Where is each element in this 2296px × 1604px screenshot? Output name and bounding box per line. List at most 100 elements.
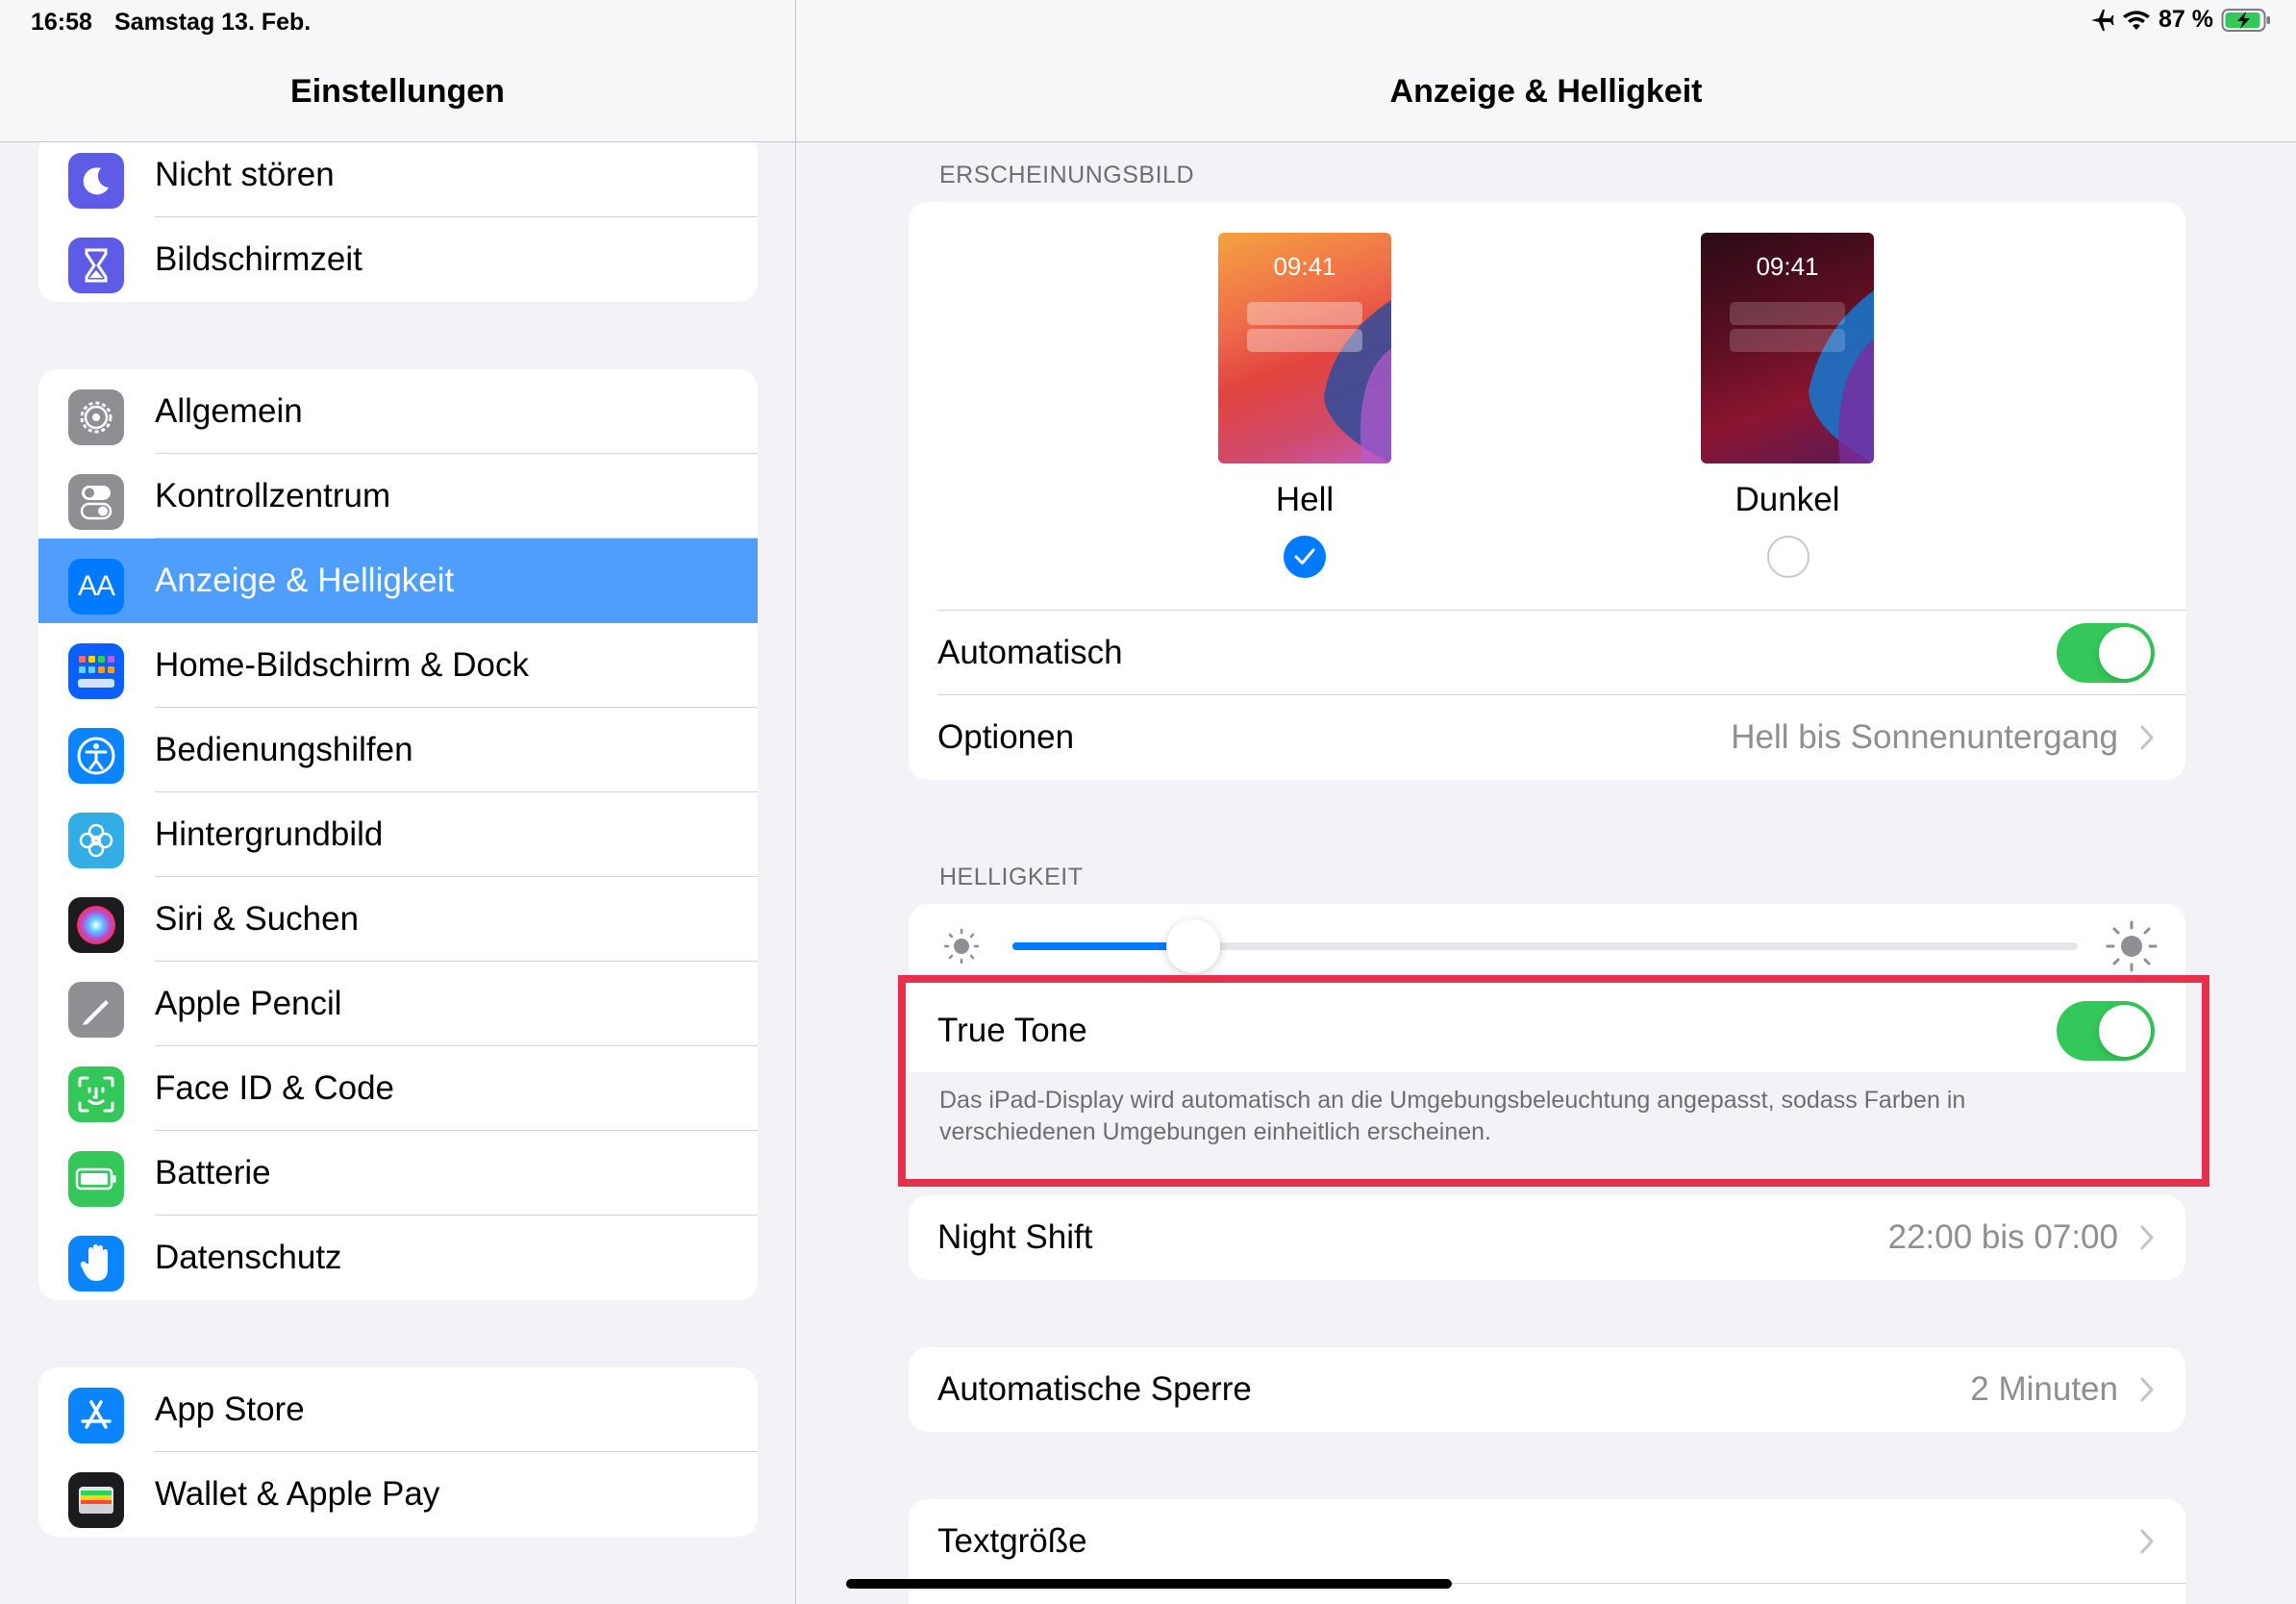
sidebar-item-hintergrundbild[interactable]: Hintergrundbild: [38, 792, 758, 877]
chevron-right-icon: [2139, 724, 2155, 756]
sidebar-item-apple-pencil[interactable]: Apple Pencil: [38, 962, 758, 1046]
home-indicator[interactable]: [846, 1579, 1452, 1589]
battery-icon: [68, 1151, 124, 1207]
sidebar-group-store: App Store Wallet & Apple Pay: [38, 1367, 758, 1537]
app-store-icon: [68, 1388, 124, 1443]
section-label-brightness: HELLIGKEIT: [939, 864, 1084, 890]
sun-large-icon: [2103, 917, 2160, 980]
sidebar-item-label: Bedienungshilfen: [155, 731, 413, 768]
sidebar-title: Einstellungen: [290, 73, 505, 110]
light-mode-label: Hell: [1275, 481, 1335, 518]
sidebar-item-batterie[interactable]: Batterie: [38, 1131, 758, 1216]
sidebar-item-home-bildschirm[interactable]: Home-Bildschirm & Dock: [38, 623, 758, 708]
options-label: Optionen: [937, 718, 1075, 756]
dark-preview-time: 09:41: [1756, 252, 1819, 281]
pencil-icon: [68, 982, 124, 1038]
face-id-icon: [68, 1066, 124, 1122]
text-size-label: Textgröße: [937, 1522, 1087, 1560]
moon-icon: [68, 153, 124, 209]
status-indicators: 87 %: [2089, 6, 2273, 34]
auto-lock-value: 2 Minuten: [1970, 1370, 2118, 1408]
dark-mode-preview[interactable]: 09:41: [1701, 233, 1874, 464]
sidebar-item-app-store[interactable]: App Store: [38, 1367, 758, 1452]
preview-notification-bar: [1247, 302, 1362, 325]
sidebar-item-label: Kontrollzentrum: [155, 477, 391, 514]
chevron-right-icon: [2139, 1528, 2155, 1560]
auto-lock-label: Automatische Sperre: [937, 1370, 1252, 1408]
preview-notification-bar: [1247, 329, 1362, 352]
sidebar-item-siri-suchen[interactable]: Siri & Suchen: [38, 877, 758, 962]
sidebar-item-datenschutz[interactable]: Datenschutz: [38, 1216, 758, 1300]
chevron-right-icon: [2139, 1376, 2155, 1408]
automatic-label: Automatisch: [937, 634, 1123, 671]
sidebar-item-label: Batterie: [155, 1154, 271, 1191]
sidebar-item-label: Allgemein: [155, 392, 303, 430]
sidebar-item-allgemein[interactable]: Allgemein: [38, 369, 758, 454]
sidebar-item-anzeige-helligkeit[interactable]: AA Anzeige & Helligkeit: [38, 539, 758, 623]
sidebar-group-focus: Nicht stören Bildschirmzeit: [38, 133, 758, 302]
sidebar-item-label: Bildschirmzeit: [155, 240, 362, 278]
sun-small-icon: [940, 925, 983, 972]
siri-icon: [68, 897, 124, 953]
light-mode-radio[interactable]: [1284, 536, 1326, 578]
auto-lock-card: Automatische Sperre 2 Minuten: [909, 1347, 2185, 1432]
preview-notification-bar: [1730, 302, 1845, 325]
hourglass-icon: [68, 238, 124, 293]
sidebar: Einstellungen Nicht stören Bildschirmzei…: [0, 0, 795, 1604]
battery-percent: 87 %: [2159, 6, 2213, 33]
options-value: Hell bis Sonnenuntergang: [1731, 718, 2118, 756]
sidebar-item-kontrollzentrum[interactable]: Kontrollzentrum: [38, 454, 758, 539]
sidebar-item-label: Siri & Suchen: [155, 900, 360, 938]
sidebar-item-bildschirmzeit[interactable]: Bildschirmzeit: [38, 217, 758, 302]
toggles-icon: [68, 474, 124, 530]
sidebar-item-label: Wallet & Apple Pay: [155, 1475, 440, 1513]
status-bar: 16:58 Samstag 13. Feb. 87 %: [0, 0, 2296, 46]
night-shift-card: Night Shift 22:00 bis 07:00: [909, 1195, 2185, 1280]
wifi-icon: [2122, 9, 2151, 32]
highlight-frame: [898, 975, 2209, 1187]
app-grid-icon: [68, 643, 124, 699]
preview-notification-bar: [1730, 329, 1845, 352]
battery-charging-icon: [2221, 8, 2273, 33]
sidebar-item-label: Face ID & Code: [155, 1069, 394, 1107]
sidebar-item-label: Datenschutz: [155, 1239, 342, 1276]
sidebar-item-label: Home-Bildschirm & Dock: [155, 646, 529, 684]
sidebar-item-label: Apple Pencil: [155, 985, 342, 1022]
automatic-toggle[interactable]: [2057, 623, 2155, 683]
slider-thumb[interactable]: [1166, 919, 1221, 973]
options-row[interactable]: Optionen Hell bis Sonnenuntergang: [909, 695, 2185, 780]
sidebar-item-label: App Store: [155, 1391, 305, 1428]
toggle-knob: [2099, 627, 2151, 679]
section-label-appearance: ERSCHEINUNGSBILD: [939, 162, 1194, 188]
dark-mode-label: Dunkel: [1734, 481, 1840, 518]
automatic-row: Automatisch: [909, 611, 2185, 695]
sidebar-item-label: Anzeige & Helligkeit: [155, 562, 455, 599]
dark-mode-radio[interactable]: [1767, 536, 1809, 578]
sidebar-item-label: Hintergrundbild: [155, 815, 384, 853]
flower-icon: [68, 813, 124, 868]
sidebar-item-bedienungshilfen[interactable]: Bedienungshilfen: [38, 708, 758, 792]
gear-icon: [68, 389, 124, 445]
sidebar-item-face-id[interactable]: Face ID & Code: [38, 1046, 758, 1131]
sidebar-group-main: Allgemein Kontrollzentrum AA Anzeige & H…: [38, 369, 758, 1300]
night-shift-row[interactable]: Night Shift 22:00 bis 07:00: [909, 1195, 2185, 1280]
accessibility-icon: [68, 728, 124, 784]
auto-lock-row[interactable]: Automatische Sperre 2 Minuten: [909, 1347, 2185, 1432]
text-size-icon: AA: [68, 559, 124, 614]
light-preview-time: 09:41: [1273, 252, 1336, 281]
wallet-icon: [68, 1472, 124, 1528]
light-mode-preview[interactable]: 09:41: [1218, 233, 1391, 464]
appearance-card: 09:41 09:41 Hell Dunkel Automatisch Opti…: [909, 202, 2185, 780]
appearance-picker: 09:41 09:41 Hell Dunkel: [909, 202, 2185, 611]
night-shift-label: Night Shift: [937, 1218, 1093, 1256]
night-shift-value: 22:00 bis 07:00: [1887, 1218, 2118, 1256]
chevron-right-icon: [2139, 1224, 2155, 1256]
status-time: 16:58: [31, 9, 92, 36]
sidebar-item-nicht-stoeren[interactable]: Nicht stören: [38, 133, 758, 217]
airplane-icon: [2089, 8, 2114, 33]
sidebar-item-label: Nicht stören: [155, 156, 335, 193]
status-date: Samstag 13. Feb.: [114, 9, 312, 36]
page-title: Anzeige & Helligkeit: [1389, 73, 1703, 110]
text-size-row[interactable]: Textgröße: [909, 1499, 2185, 1584]
sidebar-item-wallet[interactable]: Wallet & Apple Pay: [38, 1452, 758, 1537]
